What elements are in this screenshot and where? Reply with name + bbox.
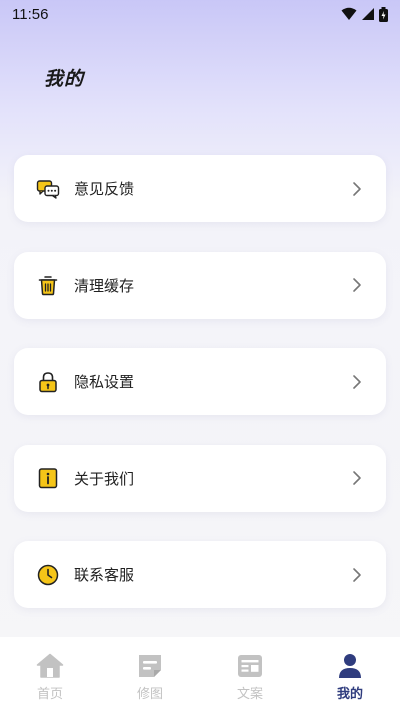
tab-copywriting[interactable]: 文案	[200, 651, 300, 702]
menu-item-customer-service[interactable]: 联系客服	[14, 541, 386, 608]
status-icons	[341, 6, 388, 22]
feedback-icon	[36, 177, 60, 201]
menu-item-label: 隐私设置	[74, 373, 135, 391]
signal-icon	[362, 8, 374, 20]
chevron-right-icon	[350, 567, 364, 582]
chevron-right-icon	[350, 181, 364, 196]
menu-item-label: 联系客服	[74, 566, 135, 584]
tab-edit-image[interactable]: 修图	[100, 651, 200, 702]
tab-label: 我的	[336, 687, 363, 702]
chevron-right-icon	[350, 278, 364, 292]
edit-image-icon	[135, 651, 165, 681]
menu-item-feedback[interactable]: 意见反馈	[14, 155, 386, 222]
menu-item-clear-cache[interactable]: 清理缓存	[14, 251, 386, 319]
wifi-icon	[341, 7, 357, 20]
chevron-right-icon	[350, 374, 364, 389]
copywriting-icon	[235, 651, 265, 681]
clock-icon	[36, 563, 60, 587]
profile-icon	[335, 651, 365, 681]
lock-icon	[36, 370, 60, 394]
tab-profile[interactable]: 我的	[300, 651, 400, 702]
menu-item-privacy[interactable]: 隐私设置	[14, 348, 386, 415]
status-bar: 11:56	[0, 0, 400, 28]
menu-item-about[interactable]: 关于我们	[14, 444, 386, 512]
battery-icon	[379, 6, 388, 22]
tab-home[interactable]: 首页	[0, 651, 100, 702]
page-title: 我的	[44, 68, 85, 90]
status-time: 11:56	[12, 5, 49, 23]
chevron-right-icon	[350, 471, 364, 485]
menu-item-label: 关于我们	[74, 469, 135, 488]
menu-list: 意见反馈 清理缓存 隐私设置 关于我们 联系客服	[14, 155, 386, 638]
tab-label: 文案	[236, 687, 263, 702]
bottom-tab-bar: 首页 修图 文案 我的	[0, 637, 400, 711]
menu-item-label: 清理缓存	[74, 276, 135, 295]
tab-label: 首页	[36, 687, 63, 702]
tab-label: 修图	[136, 687, 163, 702]
home-icon	[35, 651, 65, 681]
trash-icon	[36, 273, 60, 297]
info-icon	[36, 466, 60, 490]
menu-item-label: 意见反馈	[74, 180, 135, 198]
